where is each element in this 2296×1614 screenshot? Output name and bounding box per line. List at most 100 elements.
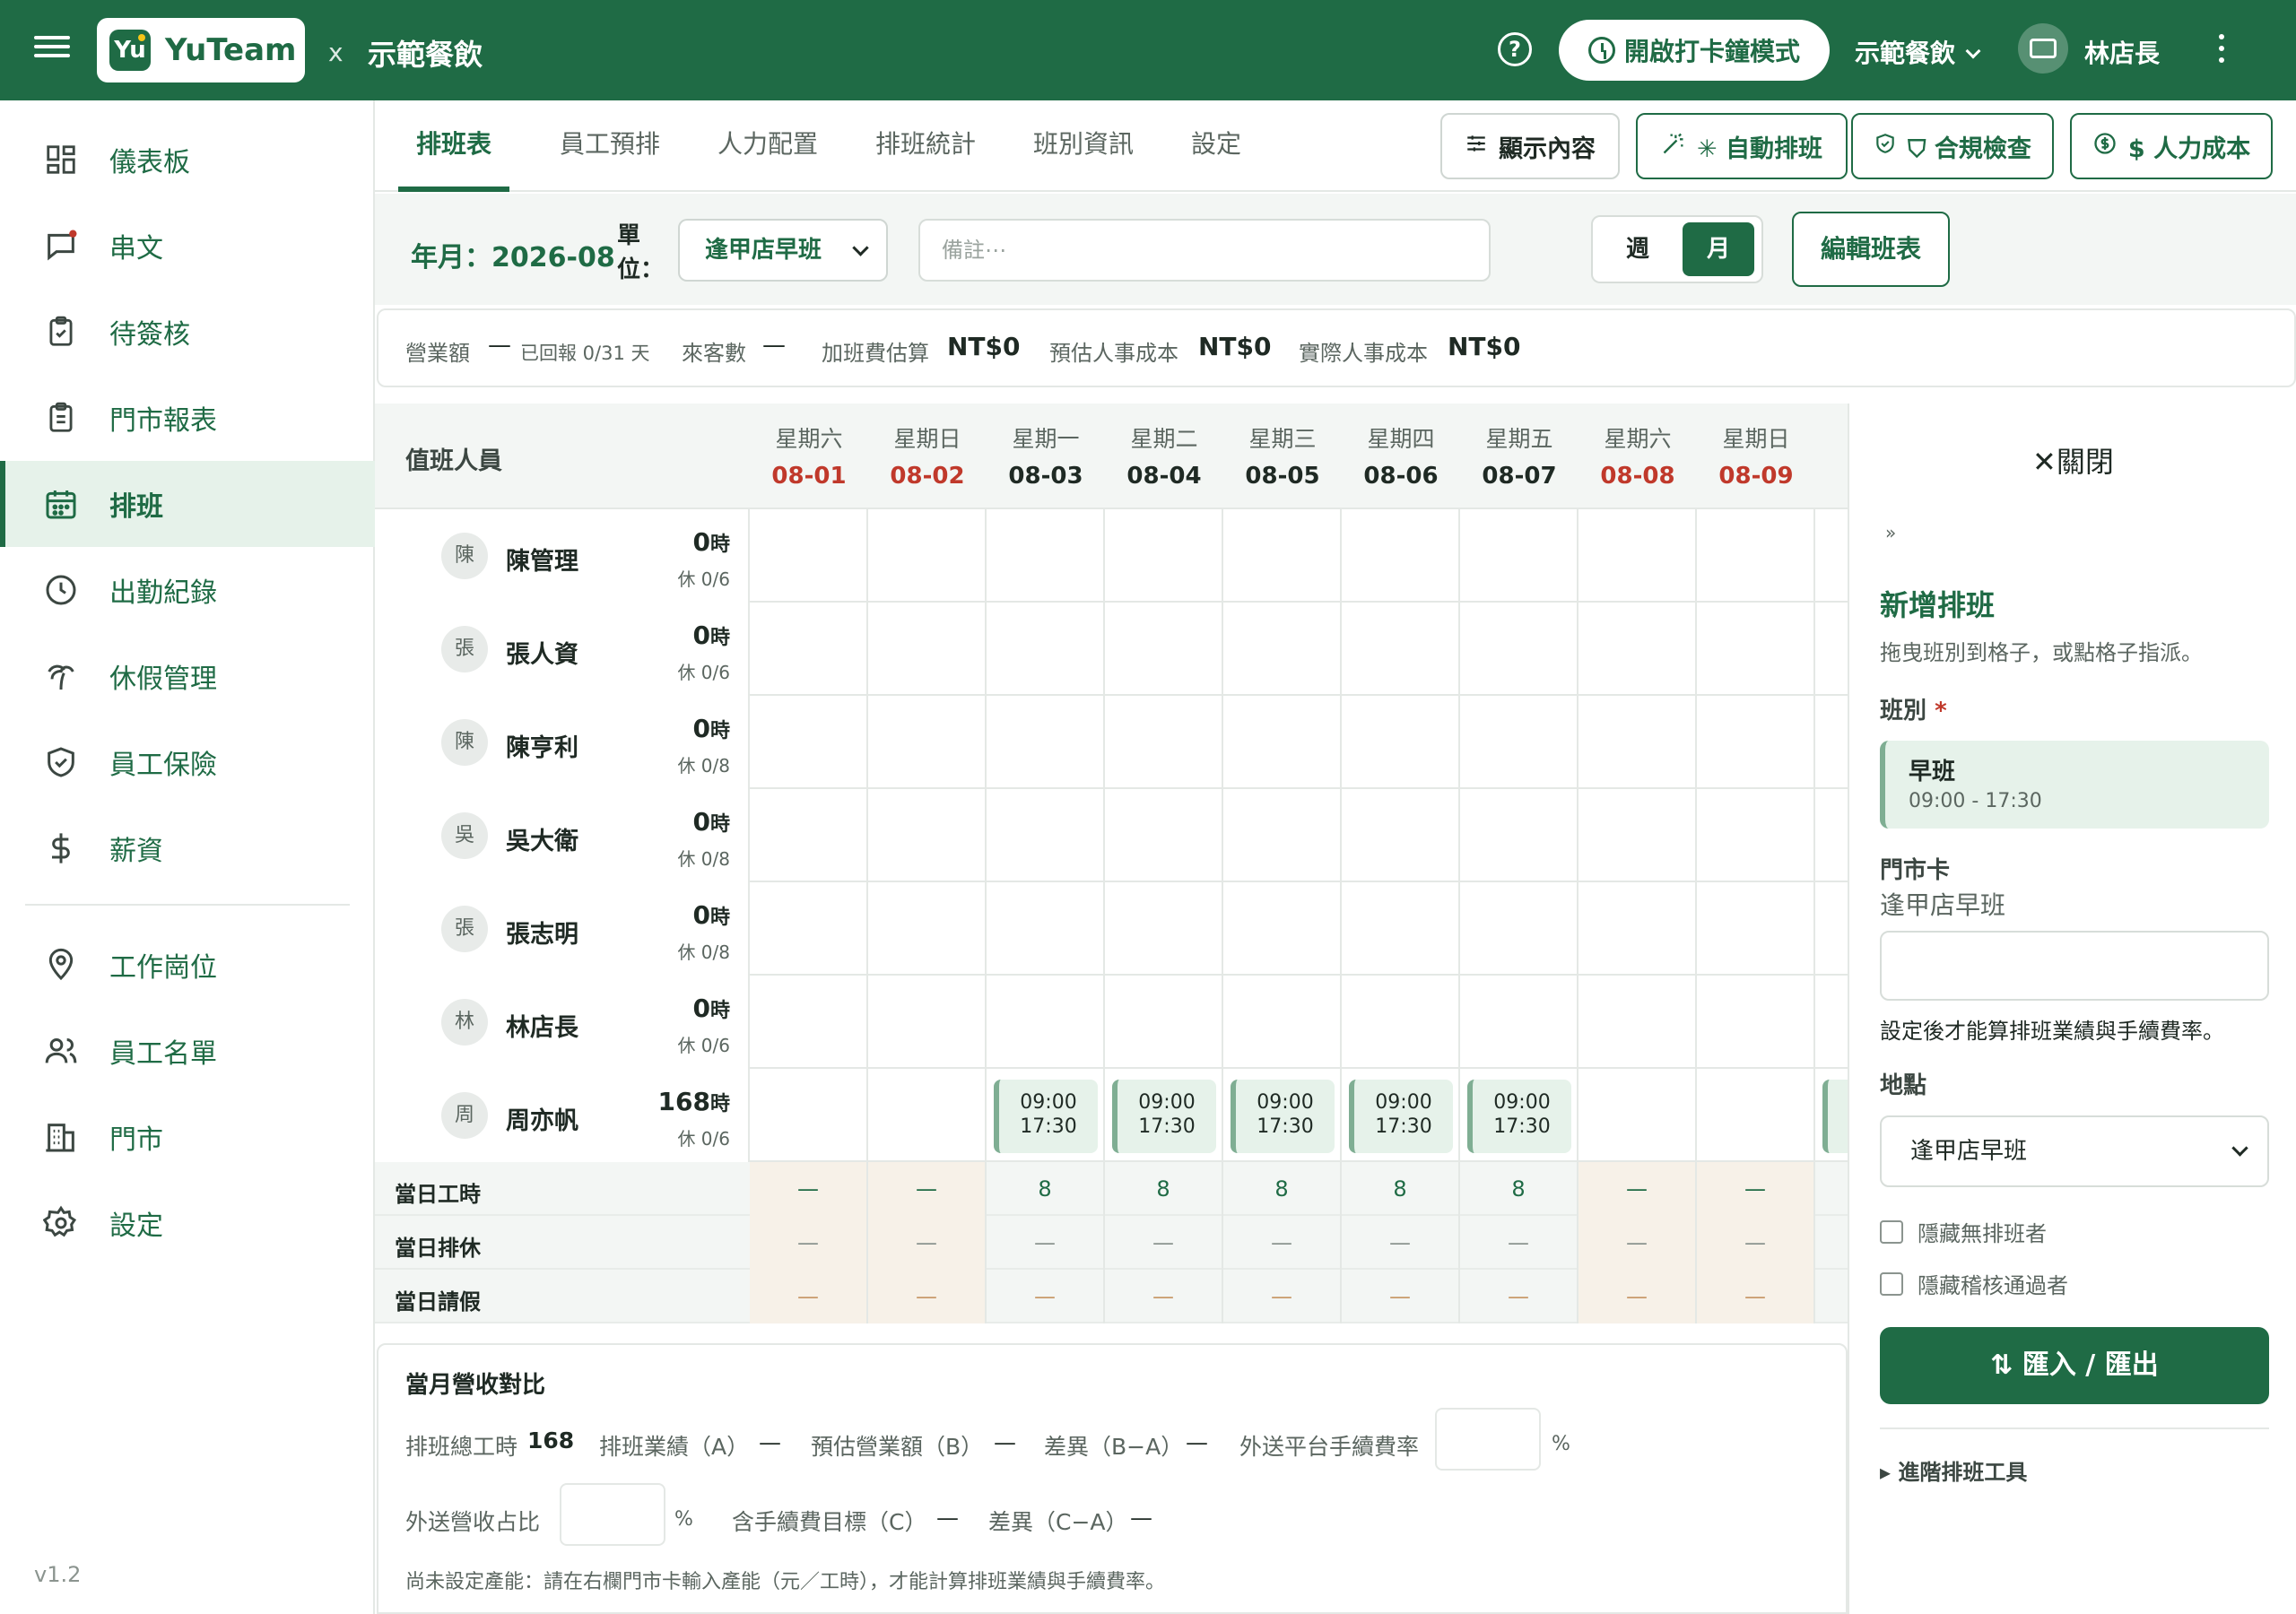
schedule-cell[interactable] xyxy=(1815,976,1848,1069)
tab-staffing[interactable]: 人力配置 xyxy=(718,100,818,192)
schedule-cell[interactable] xyxy=(987,509,1105,603)
schedule-cell[interactable] xyxy=(1578,882,1697,976)
schedule-cell[interactable] xyxy=(1815,509,1848,603)
schedule-cell[interactable] xyxy=(1697,696,1815,789)
tab-settings[interactable]: 設定 xyxy=(1191,100,1241,192)
year-month-label[interactable]: 年月：2026-08 xyxy=(411,235,615,274)
sidebar-item-settings[interactable]: 設定 xyxy=(0,1180,375,1266)
sidebar-item-positions[interactable]: 工作崗位 xyxy=(0,922,375,1008)
schedule-cell[interactable] xyxy=(750,696,868,789)
edit-schedule-button[interactable]: 編輯班表 xyxy=(1792,212,1950,287)
import-export-button[interactable]: ⇅ 匯入 / 匯出 xyxy=(1880,1327,2269,1404)
schedule-cell[interactable] xyxy=(1223,603,1342,696)
sidebar-item-store-reports[interactable]: 門市報表 xyxy=(0,375,375,461)
schedule-cell[interactable] xyxy=(1460,882,1578,976)
schedule-cell[interactable] xyxy=(1342,696,1460,789)
schedule-cell[interactable] xyxy=(1697,882,1815,976)
schedule-cell[interactable] xyxy=(1460,976,1578,1069)
tab-schedule[interactable]: 排班表 xyxy=(398,100,510,192)
sidebar-item-attendance[interactable]: 出勤紀錄 xyxy=(0,547,375,633)
schedule-cell[interactable] xyxy=(1105,509,1223,603)
schedule-cell[interactable] xyxy=(1578,696,1697,789)
schedule-cell[interactable] xyxy=(1105,603,1223,696)
close-panel-button[interactable]: ✕關閉 xyxy=(2032,439,2114,481)
schedule-cell[interactable] xyxy=(1697,1069,1815,1162)
schedule-cell[interactable] xyxy=(750,1069,868,1162)
schedule-cell[interactable] xyxy=(1697,509,1815,603)
schedule-cell[interactable] xyxy=(1578,789,1697,882)
staff-cell[interactable]: 陳陳管理 0時休 0/6 xyxy=(375,509,750,603)
sidebar-item-payroll[interactable]: 薪資 xyxy=(0,805,375,891)
note-input[interactable]: 備註⋯ xyxy=(918,219,1491,282)
day-header[interactable]: 星0 xyxy=(1815,421,1848,490)
unit-select[interactable]: 逢甲店早班 xyxy=(678,219,888,282)
sidebar-item-staff-list[interactable]: 員工名單 xyxy=(0,1008,375,1094)
day-header[interactable]: 星期日 08-09 xyxy=(1697,421,1815,490)
schedule-cell[interactable] xyxy=(1815,789,1848,882)
schedule-cell[interactable] xyxy=(987,882,1105,976)
location-select[interactable]: 逢甲店早班 xyxy=(1880,1115,2269,1187)
schedule-cell[interactable] xyxy=(1697,603,1815,696)
schedule-cell[interactable] xyxy=(750,789,868,882)
delivery-fee-input[interactable] xyxy=(1435,1408,1541,1471)
schedule-cell[interactable] xyxy=(987,976,1105,1069)
schedule-cell[interactable] xyxy=(1460,603,1578,696)
schedule-cell[interactable] xyxy=(750,509,868,603)
clock-mode-button[interactable]: 開啟打卡鐘模式 xyxy=(1559,20,1830,81)
sidebar-item-dashboard[interactable]: 儀表板 xyxy=(0,117,375,203)
shift-block[interactable]: 09:00 17:30 xyxy=(994,1080,1098,1153)
tab-statistics[interactable]: 排班統計 xyxy=(875,100,976,192)
day-header[interactable]: 星期六 08-08 xyxy=(1578,421,1697,490)
brand-logo[interactable]: Yu YuTeam xyxy=(97,18,305,82)
schedule-cell[interactable] xyxy=(868,882,987,976)
delivery-share-input[interactable] xyxy=(560,1483,665,1546)
schedule-cell[interactable] xyxy=(1697,789,1815,882)
help-icon[interactable]: ? xyxy=(1498,32,1532,66)
schedule-cell[interactable] xyxy=(1223,976,1342,1069)
schedule-cell[interactable] xyxy=(1815,696,1848,789)
schedule-cell[interactable] xyxy=(868,509,987,603)
auto-schedule-button[interactable]: ✳ 自動排班 xyxy=(1636,113,1848,179)
schedule-cell[interactable] xyxy=(1578,1069,1697,1162)
schedule-cell[interactable] xyxy=(1342,509,1460,603)
store-select[interactable]: 示範餐飲 xyxy=(1855,34,1981,70)
schedule-cell[interactable] xyxy=(1342,603,1460,696)
sidebar-item-insurance[interactable]: 員工保險 xyxy=(0,719,375,805)
schedule-cell[interactable] xyxy=(750,603,868,696)
schedule-cell[interactable] xyxy=(1105,696,1223,789)
schedule-cell[interactable] xyxy=(868,789,987,882)
schedule-cell[interactable] xyxy=(1105,976,1223,1069)
sidebar-item-approvals[interactable]: 待簽核 xyxy=(0,289,375,375)
day-header[interactable]: 星期一 08-03 xyxy=(987,421,1105,490)
schedule-cell[interactable] xyxy=(868,696,987,789)
day-header[interactable]: 星期三 08-05 xyxy=(1223,421,1342,490)
day-header[interactable]: 星期日 08-02 xyxy=(868,421,987,490)
hide-unscheduled-checkbox[interactable]: 隱藏無排班者 xyxy=(1880,1216,2047,1247)
view-month-button[interactable]: 月 xyxy=(1683,222,1754,276)
staff-cell[interactable]: 吳吳大衛 0時休 0/8 xyxy=(375,789,750,882)
schedule-cell[interactable] xyxy=(1105,882,1223,976)
schedule-cell[interactable] xyxy=(1342,882,1460,976)
compliance-check-button[interactable]: ⛉ 合規檢查 xyxy=(1851,113,2054,179)
tab-shift-info[interactable]: 班別資訊 xyxy=(1033,100,1134,192)
day-header[interactable]: 星期五 08-07 xyxy=(1460,421,1578,490)
schedule-cell[interactable] xyxy=(1578,603,1697,696)
user-avatar[interactable] xyxy=(2018,23,2068,74)
schedule-cell[interactable] xyxy=(1223,509,1342,603)
schedule-cell[interactable] xyxy=(868,603,987,696)
staff-cell[interactable]: 周周亦帆 168時休 0/6 xyxy=(375,1069,750,1162)
schedule-cell[interactable] xyxy=(1815,603,1848,696)
schedule-cell[interactable] xyxy=(1342,789,1460,882)
hamburger-menu-icon[interactable] xyxy=(34,30,70,66)
schedule-cell[interactable] xyxy=(1223,882,1342,976)
labor-cost-button[interactable]: $ 人力成本 xyxy=(2070,113,2273,179)
sidebar-item-stores[interactable]: 門市 xyxy=(0,1094,375,1180)
staff-cell[interactable]: 陳陳亨利 0時休 0/8 xyxy=(375,696,750,789)
schedule-cell[interactable] xyxy=(987,603,1105,696)
schedule-cell[interactable] xyxy=(1578,976,1697,1069)
capacity-input[interactable] xyxy=(1880,931,2269,1001)
staff-cell[interactable]: 張張志明 0時休 0/8 xyxy=(375,882,750,976)
sidebar-item-leave[interactable]: 休假管理 xyxy=(0,633,375,719)
shift-block[interactable] xyxy=(1822,1080,1848,1153)
shift-block[interactable]: 09:00 17:30 xyxy=(1231,1080,1335,1153)
